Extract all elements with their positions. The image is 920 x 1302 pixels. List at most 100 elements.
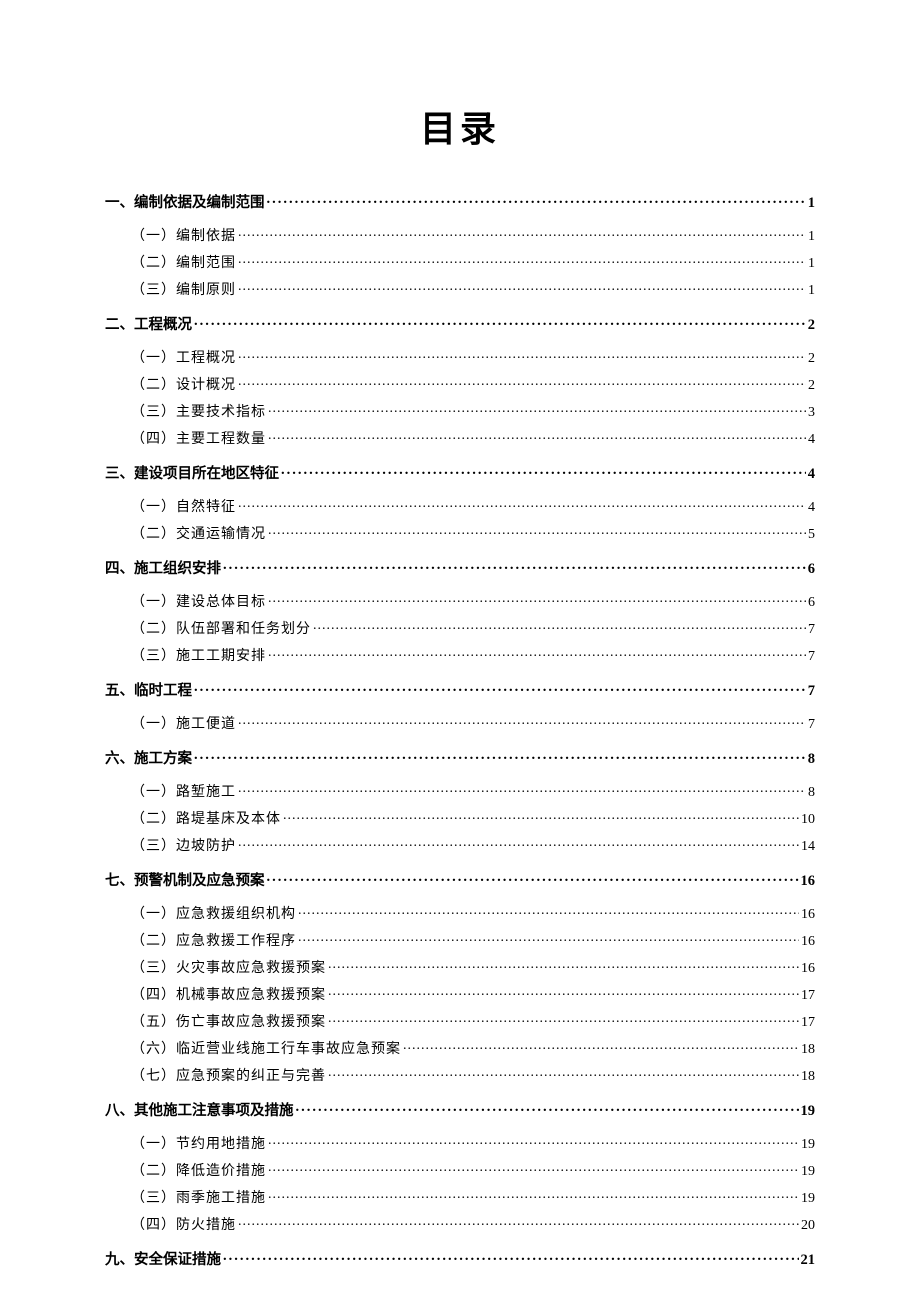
- toc-entry-section: 八、其他施工注意事项及措施19: [105, 1100, 815, 1118]
- toc-entry-label: （二）交通运输情况: [131, 528, 266, 542]
- toc-entry-page: 16: [801, 935, 815, 949]
- toc-leader-dots: [328, 1012, 799, 1026]
- toc-entry-label: （四）主要工程数量: [131, 433, 266, 447]
- toc-entry-subsection: （二）设计概况2: [105, 375, 815, 393]
- toc-entry-subsection: （一）施工便道7: [105, 714, 815, 732]
- toc-entry-subsection: （二）队伍部署和任务划分7: [105, 619, 815, 637]
- toc-entry-label: （二）应急救援工作程序: [131, 935, 296, 949]
- toc-entry-label: 五、临时工程: [105, 684, 192, 699]
- toc-entry-label: （一）编制依据: [131, 230, 236, 244]
- toc-entry-label: （四）防火措施: [131, 1219, 236, 1233]
- toc-leader-dots: [313, 619, 806, 633]
- toc-entry-page: 16: [801, 962, 815, 976]
- toc-entry-subsection: （一）工程概况 2: [105, 348, 815, 366]
- toc-entry-subsection: （四）主要工程数量4: [105, 429, 815, 447]
- toc-leader-dots: [268, 646, 806, 660]
- page-title: 目录: [105, 100, 815, 152]
- toc-entry-page: 17: [801, 1016, 815, 1030]
- toc-entry-page: 18: [801, 1043, 815, 1057]
- toc-leader-dots: [268, 592, 806, 606]
- toc-entry-page: 7: [808, 650, 815, 664]
- toc-entry-subsection: （一）路堑施工 8: [105, 782, 815, 800]
- toc-leader-dots: [298, 904, 799, 918]
- toc-entry-subsection: （一）编制依据 1: [105, 226, 815, 244]
- toc-entry-label: （一）路堑施工: [131, 786, 236, 800]
- toc-entry-label: （二）队伍部署和任务划分: [131, 623, 311, 637]
- toc-entry-page: 1: [808, 230, 815, 244]
- toc-entry-page: 20: [801, 1219, 815, 1233]
- toc-entry-subsection: （二）编制范围1: [105, 253, 815, 271]
- toc-entry-page: 14: [801, 840, 815, 854]
- toc-entry-subsection: （四）机械事故应急救援预案17: [105, 985, 815, 1003]
- toc-entry-label: （三）火灾事故应急救援预案: [131, 962, 326, 976]
- toc-entry-section: 一、编制依据及编制范围 1: [105, 192, 815, 210]
- toc-leader-dots: [194, 680, 806, 695]
- toc-leader-dots: [238, 714, 806, 728]
- toc-entry-section: 五、临时工程 7: [105, 680, 815, 698]
- toc-leader-dots: [268, 1161, 799, 1175]
- toc-entry-section: 九、安全保证措施21: [105, 1249, 815, 1267]
- toc-entry-page: 19: [801, 1165, 815, 1179]
- toc-entry-label: （一）工程概况: [131, 352, 236, 366]
- toc-entry-page: 5: [808, 528, 815, 542]
- toc-leader-dots: [238, 497, 806, 511]
- toc-entry-subsection: （三）编制原则1: [105, 280, 815, 298]
- toc-entry-page: 2: [808, 318, 815, 333]
- toc-entry-page: 17: [801, 989, 815, 1003]
- toc-entry-label: （三）编制原则: [131, 284, 236, 298]
- toc-entry-page: 3: [808, 406, 815, 420]
- toc-entry-subsection: （二）应急救援工作程序 16: [105, 931, 815, 949]
- toc-entry-subsection: （五）伤亡事故应急救援预案17: [105, 1012, 815, 1030]
- toc-entry-page: 4: [808, 501, 815, 515]
- toc-entry-subsection: （四）防火措施 20: [105, 1215, 815, 1233]
- toc-entry-label: （一）自然特征: [131, 501, 236, 515]
- toc-leader-dots: [223, 1249, 799, 1264]
- toc-entry-subsection: （三）主要技术指标3: [105, 402, 815, 420]
- toc-entry-label: （三）边坡防护: [131, 840, 236, 854]
- toc-leader-dots: [238, 348, 806, 362]
- toc-entry-subsection: （一）节约用地措施19: [105, 1134, 815, 1152]
- toc-entry-page: 8: [808, 786, 815, 800]
- toc-entry-page: 6: [808, 596, 815, 610]
- toc-leader-dots: [268, 524, 806, 538]
- toc-entry-subsection: （三）雨季施工措施19: [105, 1188, 815, 1206]
- toc-leader-dots: [238, 375, 806, 389]
- toc-leader-dots: [283, 809, 799, 823]
- toc-leader-dots: [238, 1215, 799, 1229]
- toc-entry-label: 一、编制依据及编制范围: [105, 196, 265, 211]
- toc-leader-dots: [268, 1188, 799, 1202]
- toc-leader-dots: [238, 280, 806, 294]
- table-of-contents: 一、编制依据及编制范围 1 （一）编制依据 1 （二）编制范围1 （三）编制原则1 二、工程…: [105, 192, 815, 1267]
- toc-leader-dots: [238, 253, 806, 267]
- toc-entry-page: 7: [808, 684, 815, 699]
- toc-entry-subsection: （一）应急救援组织机构16: [105, 904, 815, 922]
- toc-entry-label: （七）应急预案的纠正与完善: [131, 1070, 326, 1084]
- toc-leader-dots: [268, 402, 806, 416]
- toc-leader-dots: [238, 226, 806, 240]
- toc-entry-label: （二）设计概况: [131, 379, 236, 393]
- toc-leader-dots: [328, 1066, 799, 1080]
- toc-entry-page: 7: [808, 718, 815, 732]
- toc-entry-label: 三、建设项目所在地区特征: [105, 467, 279, 482]
- toc-entry-label: 二、工程概况: [105, 318, 192, 333]
- toc-leader-dots: [298, 931, 799, 945]
- toc-leader-dots: [403, 1039, 799, 1053]
- toc-entry-label: 九、安全保证措施: [105, 1253, 221, 1268]
- toc-entry-page: 2: [808, 352, 815, 366]
- toc-leader-dots: [328, 985, 799, 999]
- toc-entry-label: 八、其他施工注意事项及措施: [105, 1104, 294, 1119]
- toc-leader-dots: [223, 558, 806, 573]
- toc-entry-page: 8: [808, 752, 815, 767]
- toc-entry-section: 三、建设项目所在地区特征 4: [105, 463, 815, 481]
- toc-entry-subsection: （一）自然特征 4: [105, 497, 815, 515]
- toc-entry-subsection: （二）降低造价措施19: [105, 1161, 815, 1179]
- toc-entry-page: 4: [808, 467, 815, 482]
- toc-entry-page: 1: [808, 196, 815, 211]
- toc-entry-subsection: （二）交通运输情况 5: [105, 524, 815, 542]
- toc-leader-dots: [267, 870, 799, 885]
- toc-entry-label: （一）建设总体目标: [131, 596, 266, 610]
- toc-leader-dots: [281, 463, 806, 478]
- toc-entry-page: 19: [801, 1192, 815, 1206]
- toc-leader-dots: [238, 836, 799, 850]
- toc-entry-label: （二）路堤基床及本体: [131, 813, 281, 827]
